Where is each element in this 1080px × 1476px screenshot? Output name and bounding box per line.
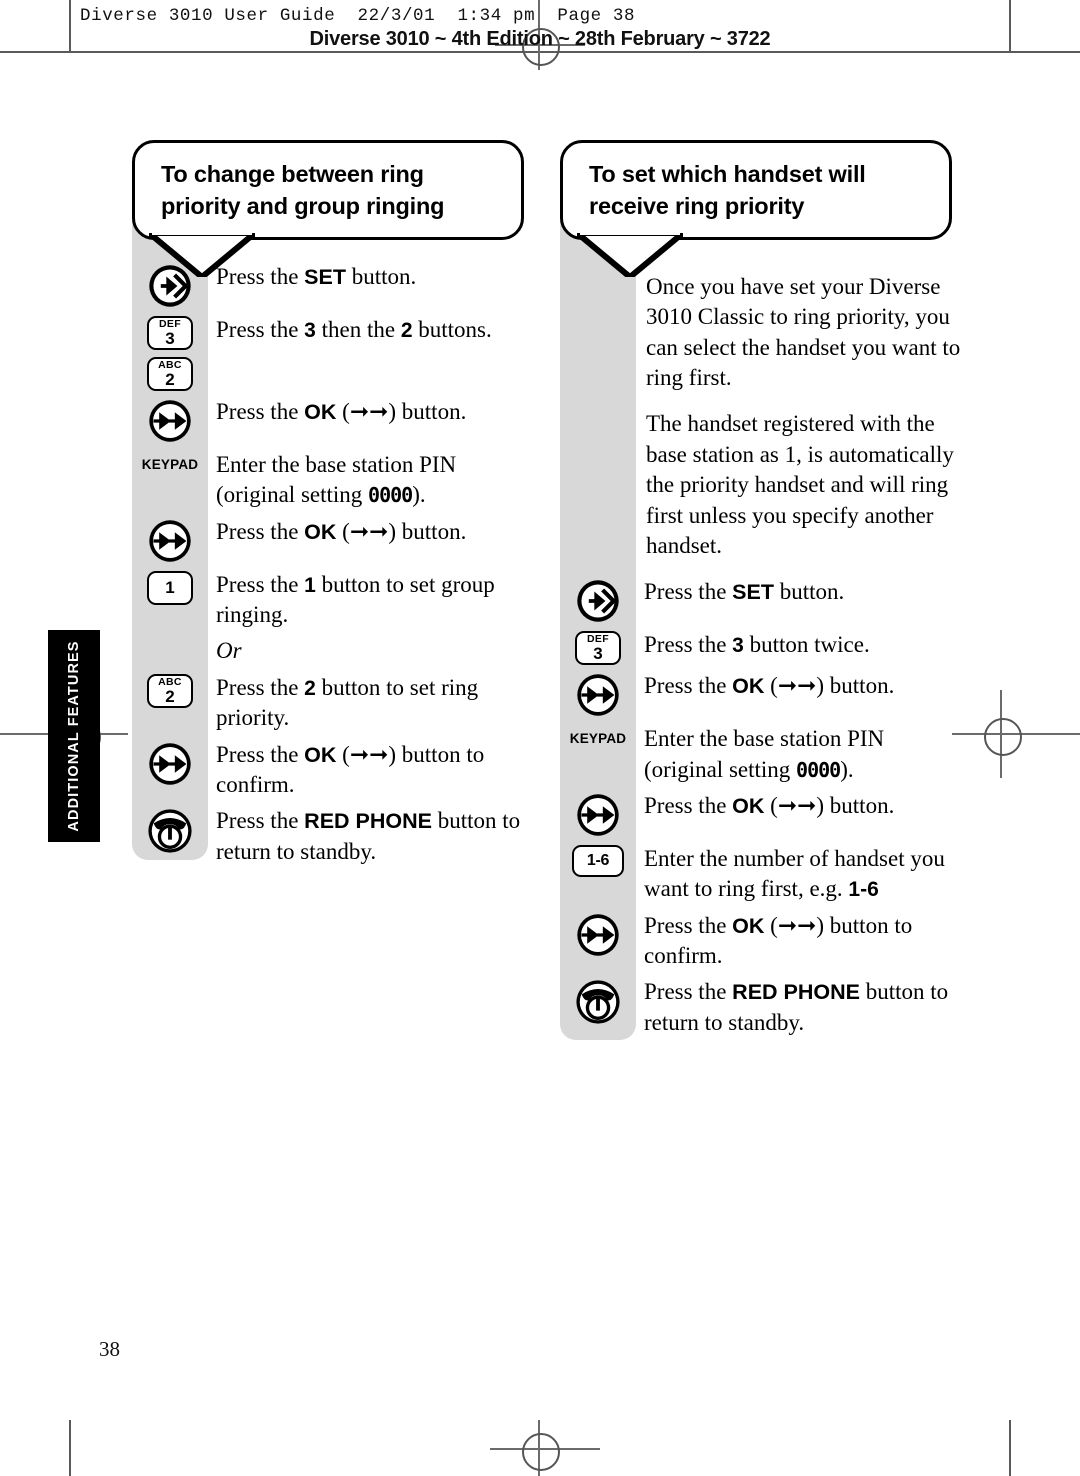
page-number: 38 [99, 1337, 120, 1361]
steps-left: Press the SET button. DEF 3 Press the 3 the… [132, 262, 544, 873]
trim-line-bottom-left [69, 1420, 71, 1476]
ok-button-icon [560, 911, 636, 958]
instruction-row: ABC 2 Press the 2 button to set ring prior… [132, 673, 544, 734]
instruction-row: Press the OK (➞➞) button. [560, 671, 972, 718]
instruction-text: Press the RED PHONE button to return to … [644, 979, 954, 1035]
key-3-def-icon: DEF 3 [132, 315, 208, 350]
instruction-text: Press the 3 button twice. [644, 632, 870, 658]
instruction-text: Enter the base station PIN (original sett… [644, 726, 885, 782]
instruction-row: Press the RED PHONE button to return to … [132, 806, 544, 867]
ok-button-icon [132, 740, 208, 787]
instruction-text: Press the OK (➞➞) button to confirm. [216, 741, 485, 797]
icon-slot-empty [560, 409, 636, 410]
callout-right-title: To set which handset will receive ring p… [589, 161, 866, 219]
section-tab: ADDITIONAL FEATURES [48, 630, 100, 842]
intro-paragraph: Once you have set your Diverse 3010 Clas… [646, 274, 961, 391]
callout-tail-left [149, 232, 255, 277]
ok-button-icon [132, 397, 208, 444]
instruction-row: Press the OK (➞➞) button. [132, 517, 544, 564]
instruction-row: Press the OK (➞➞) button. [560, 791, 972, 838]
instruction-row: DEF 3 Press the 3 button twice. [560, 630, 972, 666]
instruction-text: Press the 2 button to set ring priority. [216, 674, 479, 731]
ok-button-icon [560, 791, 636, 838]
instruction-text: Press the SET button. [216, 264, 417, 289]
key-3-def-icon: DEF 3 [560, 630, 636, 666]
intro-paragraph-row: Once you have set your Diverse 3010 Clas… [560, 272, 972, 403]
callout-left: To change between ring priority and grou… [132, 140, 524, 277]
instruction-row: KEYPAD Enter the base station PIN (origina… [132, 450, 544, 511]
intro-paragraph: The handset registered with the base sta… [646, 411, 954, 558]
instruction-text: Press the RED PHONE button to return to … [216, 808, 521, 864]
instruction-row: 1 Press the 1 button to set group ringing… [132, 570, 544, 631]
intro-paragraph-row: The handset registered with the base sta… [560, 409, 972, 571]
red-phone-button-icon [132, 806, 208, 855]
key-2-abc-icon: ABC 2 [132, 673, 208, 708]
red-phone-button-icon [560, 977, 636, 1026]
or-separator [132, 636, 208, 637]
callout-tail-right [577, 232, 683, 277]
instruction-row: ABC 2 [132, 356, 544, 391]
key-1-icon: 1 [132, 570, 208, 605]
keypad-label-icon: KEYPAD [569, 731, 627, 747]
instruction-text: Press the 3 then the 2 buttons. [216, 317, 492, 342]
key-1-6-icon: 1-6 [560, 844, 636, 877]
instruction-text: Press the 1 button to set group ringing. [216, 571, 495, 628]
instruction-text: Press the OK (➞➞) button. [644, 792, 895, 818]
keypad-label-icon: KEYPAD [141, 457, 199, 472]
instruction-row: Press the RED PHONE button to return to … [560, 977, 972, 1038]
column-left: To change between ring priority and grou… [132, 140, 532, 277]
instruction-text: Or [216, 638, 242, 664]
instruction-row: Press the SET button. [560, 577, 972, 624]
column-right: To set which handset will receive ring p… [560, 140, 960, 277]
instruction-row: Press the OK (➞➞) button to confirm. [560, 911, 972, 972]
callout-left-title: To change between ring priority and grou… [161, 161, 445, 219]
instruction-text: Press the OK (➞➞) button. [216, 399, 467, 424]
instruction-row: 1-6 Enter the number of handset you want … [560, 844, 972, 905]
instruction-row: Press the OK (➞➞) button to confirm. [132, 740, 544, 801]
ok-button-icon [560, 671, 636, 718]
instruction-text: Press the OK (➞➞) button. [644, 673, 895, 699]
instruction-text: Enter the base station PIN (original sett… [216, 452, 457, 508]
instruction-text: Enter the number of handset you want to … [644, 845, 945, 902]
set-button-icon [560, 577, 636, 624]
instruction-row: KEYPAD Enter the base station PIN (origina… [560, 724, 972, 785]
ok-button-icon [132, 517, 208, 564]
print-slug: Diverse 3010 User Guide 22/3/01 1:34 pm … [80, 6, 636, 26]
instruction-text: Press the OK (➞➞) button to confirm. [644, 912, 913, 969]
instruction-text: Press the OK (➞➞) button. [216, 518, 467, 544]
edition-line: Diverse 3010 ~ 4th Edition ~ 28th Februa… [309, 28, 771, 50]
instruction-text: Press the SET button. [644, 579, 845, 605]
key-2-abc-icon: ABC 2 [132, 356, 208, 391]
instruction-row: Press the OK (➞➞) button. [132, 397, 544, 444]
instruction-row: Or [132, 636, 544, 666]
callout-right: To set which handset will receive ring p… [560, 140, 952, 277]
steps-right: Once you have set your Diverse 3010 Clas… [560, 272, 972, 1044]
section-tab-label: ADDITIONAL FEATURES [66, 640, 82, 832]
instruction-text [208, 356, 544, 386]
trim-line-bottom-right [1009, 1420, 1011, 1476]
instruction-row: DEF 3 Press the 3 then the 2 buttons. [132, 315, 544, 350]
